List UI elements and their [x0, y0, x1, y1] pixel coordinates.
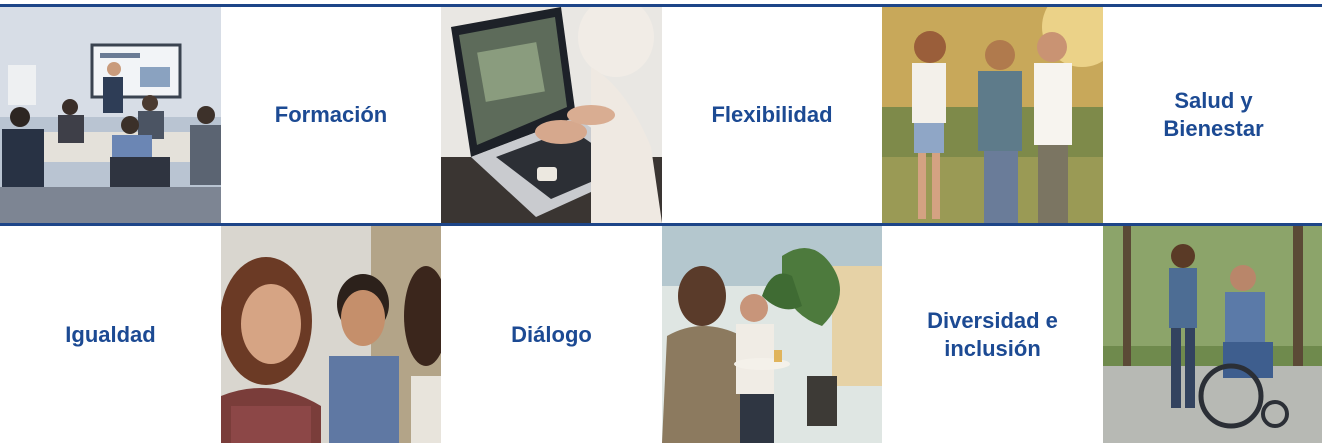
tile-diversidad-line1: Diversidad e	[927, 307, 1058, 333]
tile-salud-bienestar[interactable]: Salud y Bienestar	[1103, 7, 1322, 223]
wheelchair-walk-photo	[1103, 226, 1322, 443]
laptop-typing-photo	[441, 7, 662, 223]
tile-flexibilidad[interactable]: Flexibilidad	[662, 7, 882, 223]
grid-row-1: Formación Flexibilidad Salud y Bienestar	[0, 7, 1322, 223]
values-grid: Formación Flexibilidad Salud y Bienestar…	[0, 0, 1322, 443]
family-walking-photo	[882, 7, 1103, 223]
office-meeting-photo	[662, 226, 882, 443]
grid-row-2: Igualdad Diálogo Diversidad e inclusión	[0, 226, 1322, 443]
tile-igualdad-label: Igualdad	[65, 321, 156, 347]
tile-igualdad[interactable]: Igualdad	[0, 226, 221, 443]
training-room-photo	[0, 7, 221, 223]
tile-flexibilidad-label: Flexibilidad	[711, 102, 833, 127]
tile-dialogo[interactable]: Diálogo	[441, 226, 662, 443]
tile-dialogo-label: Diálogo	[511, 321, 592, 347]
tile-formacion[interactable]: Formación	[221, 7, 441, 223]
smiling-colleagues-photo	[221, 226, 441, 443]
tile-diversidad-label: Diversidad e inclusión	[927, 307, 1058, 363]
tile-salud-line1: Salud y	[1174, 88, 1253, 113]
tile-salud-label: Salud y Bienestar	[1163, 87, 1263, 143]
tile-diversidad-line2: inclusión	[944, 335, 1041, 361]
tile-diversidad-inclusion[interactable]: Diversidad e inclusión	[882, 226, 1103, 443]
tile-salud-line2: Bienestar	[1163, 116, 1264, 141]
tile-formacion-label: Formación	[274, 102, 388, 127]
